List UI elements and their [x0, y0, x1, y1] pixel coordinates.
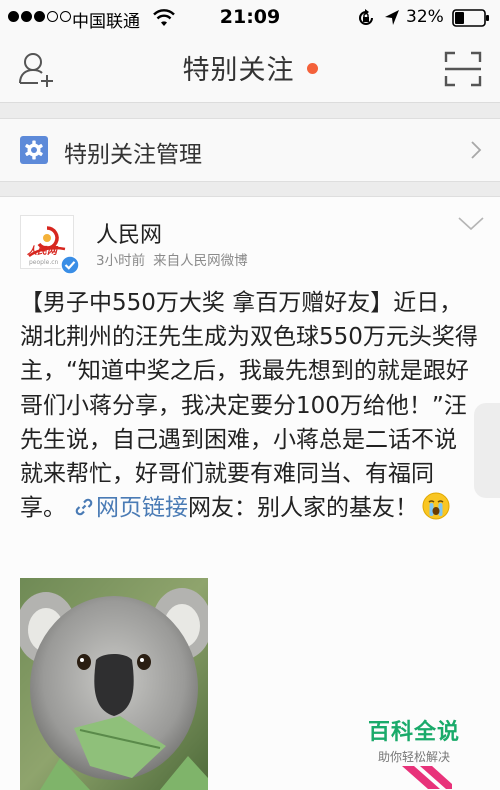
scroll-handle[interactable]: [474, 403, 500, 498]
battery-percentage: 32%: [406, 7, 444, 27]
post-source: 来自人民网微博: [153, 253, 248, 269]
web-link[interactable]: 网页链接: [96, 495, 188, 521]
svg-text:people.cn: people.cn: [29, 259, 59, 266]
post-image-koala[interactable]: [20, 578, 208, 790]
watermark-title: 百科全说: [367, 720, 460, 745]
scan-icon[interactable]: [444, 51, 482, 87]
post-time: 3小时前: [96, 253, 146, 269]
link-icon[interactable]: [74, 497, 94, 517]
chevron-down-icon[interactable]: [458, 217, 484, 231]
status-bar: 中国联通 21:09 32%: [0, 0, 500, 36]
special-follow-manage-row[interactable]: 特别关注管理: [0, 118, 500, 182]
page-title: 特别关注: [182, 55, 295, 86]
post-meta: 3小时前 来自人民网微博: [96, 249, 248, 269]
navigation-bar: 特别关注: [0, 36, 500, 103]
post-body: 【男子中550万大奖 拿百万赠好友】近日，湖北荆州的汪先生成为双色球550万元头…: [20, 286, 478, 525]
watermark-subtitle: 助你轻松解决: [377, 750, 450, 764]
pink-ribbon-decoration: [402, 766, 452, 789]
post-text: 【男子中550万大奖 拿百万赠好友】近日，湖北荆州的汪先生成为双色球550万元头…: [20, 290, 478, 522]
unread-dot: [306, 63, 318, 74]
watermark: 百科全说 助你轻松解决: [364, 714, 464, 765]
koala-photo: [20, 578, 208, 790]
rotation-lock-icon: [359, 9, 373, 25]
verified-badge-icon: [60, 255, 80, 275]
chevron-right-icon: [471, 141, 482, 159]
gear-icon: [20, 136, 48, 164]
manage-label: 特别关注管理: [64, 142, 202, 168]
weibo-post-card: 人民网 people.cn 人民网 3小时前 来自人民网微博 【男子中550万大奖…: [0, 196, 500, 790]
battery-icon: [452, 9, 489, 27]
location-arrow-icon: [385, 10, 399, 25]
crying-face-icon: [422, 492, 450, 520]
author-name[interactable]: 人民网: [96, 217, 162, 249]
svg-text:人民网: 人民网: [27, 245, 59, 257]
post-comment-text: 网友：别人家的基友！: [188, 495, 418, 522]
